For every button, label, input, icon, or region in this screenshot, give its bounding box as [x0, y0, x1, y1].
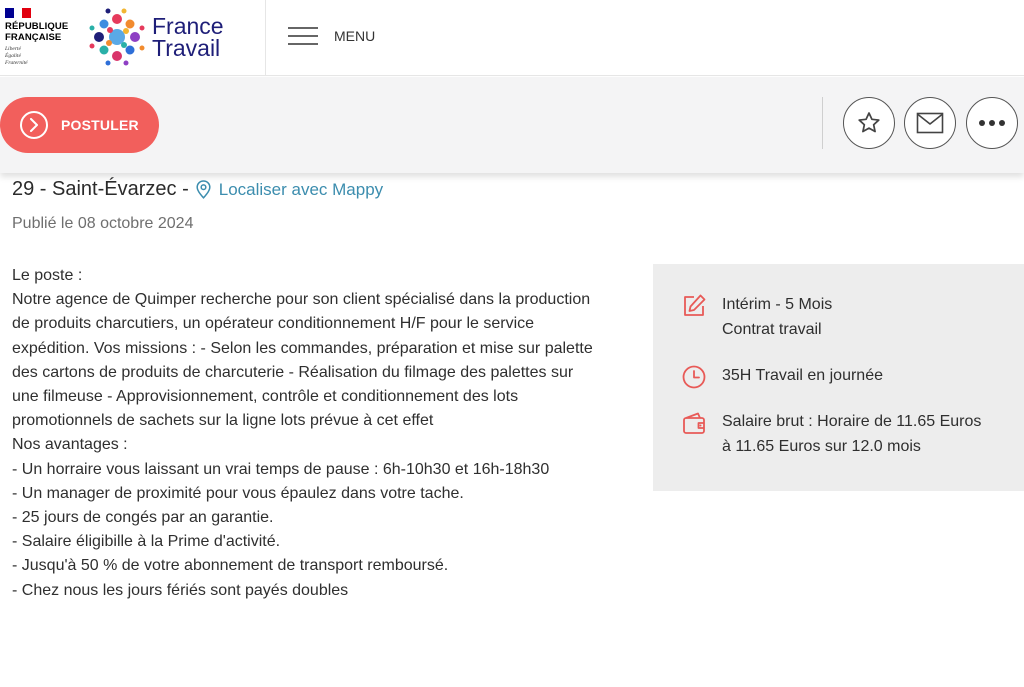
map-pin-icon [196, 180, 211, 199]
description-line: - Salaire éligibille à la Prime d'activi… [12, 533, 281, 551]
job-details-panel: Intérim - 5 Mois Contrat travail 35H Tra… [653, 264, 1024, 491]
description-line: - Un manager de proximité pour vous épau… [12, 484, 464, 502]
salary-info: Salaire brut : Horaire de 11.65 Euros à … [681, 410, 992, 459]
apply-label: POSTULER [61, 117, 139, 133]
contract-nature: Contrat travail [722, 320, 822, 338]
wallet-icon [683, 412, 705, 434]
salary: Salaire brut : Horaire de 11.65 Euros à … [722, 413, 982, 455]
description-line: - Jusqu'à 50 % de votre abonnement de tr… [12, 557, 449, 575]
republique-francaise-logo[interactable]: RÉPUBLIQUE FRANÇAISE Liberté Égalité Fra… [5, 8, 75, 67]
action-bar: POSTULER [0, 77, 1024, 173]
mappy-link[interactable]: Localiser avec Mappy [196, 180, 383, 200]
more-dots-icon [979, 120, 1005, 126]
action-bar-divider [822, 97, 823, 149]
description-line: - Chez nous les jours fériés sont payés … [12, 581, 349, 599]
mappy-link-label: Localiser avec Mappy [218, 179, 384, 199]
working-hours: 35H Travail en journée [722, 367, 883, 384]
edit-contract-icon [684, 294, 706, 316]
site-header: RÉPUBLIQUE FRANÇAISE Liberté Égalité Fra… [0, 0, 1024, 76]
favorite-button[interactable] [843, 97, 895, 149]
menu-label: MENU [334, 28, 376, 44]
menu-button[interactable]: MENU [288, 25, 375, 47]
description-line: Nos avantages : [12, 436, 128, 454]
clock-icon [682, 365, 706, 389]
published-date: Publié le 08 octobre 2024 [12, 215, 194, 232]
gov-motto: Liberté Égalité Fraternité [5, 46, 28, 66]
description-line: Le poste : [12, 267, 83, 284]
french-flag-icon [5, 8, 32, 18]
location-text: 29 - Saint-Évarzec - [12, 178, 189, 200]
description-line: Notre agence de Quimper recherche pour s… [12, 291, 593, 430]
gov-name: RÉPUBLIQUE FRANÇAISE [5, 21, 69, 43]
header-divider [265, 0, 266, 76]
description-line: - Un horraire vous laissant un vrai temp… [12, 460, 550, 478]
star-icon [858, 112, 880, 133]
job-description: Le poste : Notre agence de Quimper reche… [12, 264, 602, 603]
more-options-button[interactable] [966, 97, 1018, 149]
hamburger-icon [288, 25, 318, 47]
contract-info: Intérim - 5 Mois Contrat travail [681, 293, 832, 342]
chevron-right-icon [20, 111, 48, 139]
brand-name[interactable]: France Travail [152, 15, 224, 60]
france-travail-logo-icon[interactable] [86, 6, 148, 68]
offer-location: 29 - Saint-Évarzec - Localiser avec Mapp… [12, 178, 383, 201]
apply-button[interactable]: POSTULER [0, 97, 159, 153]
share-email-button[interactable] [904, 97, 956, 149]
hours-info: 35H Travail en journée [681, 364, 883, 390]
description-line: - 25 jours de congés par an garantie. [12, 509, 274, 527]
envelope-icon [916, 112, 944, 134]
contract-type: Intérim - 5 Mois [722, 296, 833, 313]
